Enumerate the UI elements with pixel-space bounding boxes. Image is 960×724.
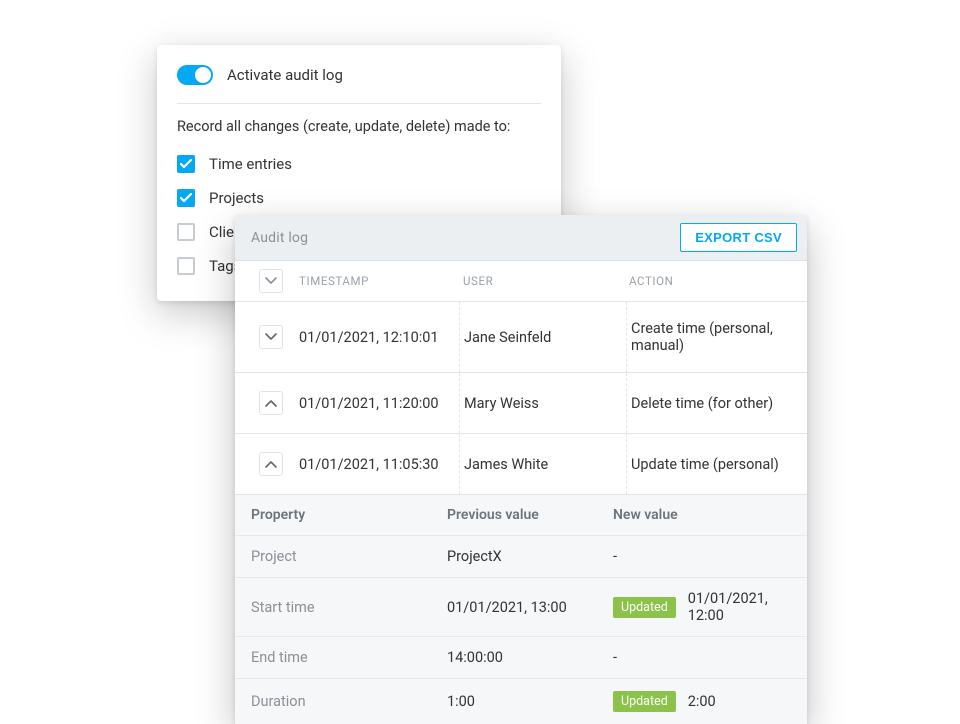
audit-log-header: Audit log EXPORT CSV (235, 215, 807, 261)
detail-header-row: Property Previous value New value (235, 495, 807, 536)
updated-badge: Updated (613, 597, 676, 618)
log-action: Create time (personal, manual) (627, 320, 795, 354)
detail-header-property: Property (251, 507, 447, 523)
log-timestamp: 01/01/2021, 11:20:00 (295, 395, 459, 412)
log-action: Update time (personal) (627, 456, 795, 473)
audit-log-row: 01/01/2021, 11:20:00 Mary Weiss Delete t… (235, 373, 807, 434)
activate-toggle-label: Activate audit log (227, 66, 343, 84)
detail-row: Project ProjectX - (235, 536, 807, 578)
detail-property: Duration (251, 693, 447, 710)
chevron-down-icon (265, 333, 277, 341)
expand-all-toggle[interactable] (259, 269, 283, 293)
detail-property: Project (251, 548, 447, 565)
checkbox-clients[interactable] (177, 223, 195, 241)
audit-log-card: Audit log EXPORT CSV TIMESTAMP USER ACTI… (235, 215, 807, 724)
checkbox-time-entries[interactable] (177, 155, 195, 173)
detail-header-new: New value (613, 507, 791, 523)
audit-log-title: Audit log (251, 230, 308, 246)
detail-previous: 1:00 (447, 693, 613, 710)
detail-row: End time 14:00:00 - (235, 637, 807, 679)
chevron-up-icon (265, 399, 277, 407)
chevron-up-icon (265, 460, 277, 468)
detail-new-value: - (613, 548, 617, 565)
detail-new-value: - (613, 649, 617, 666)
row-expand-toggle[interactable] (259, 325, 283, 349)
audit-log-column-header: TIMESTAMP USER ACTION (235, 261, 807, 302)
activate-toggle-row: Activate audit log (177, 65, 541, 104)
row-expand-toggle[interactable] (259, 452, 283, 476)
detail-header-previous: Previous value (447, 507, 613, 523)
updated-badge: Updated (613, 691, 676, 712)
detail-property: End time (251, 649, 447, 666)
column-header-action: ACTION (625, 274, 795, 288)
audit-log-row: 01/01/2021, 11:05:30 James White Update … (235, 434, 807, 495)
checkbox-label: Projects (209, 189, 264, 207)
checkbox-projects[interactable] (177, 189, 195, 207)
column-header-user: USER (459, 274, 625, 288)
detail-new-value: 2:00 (688, 693, 716, 710)
audit-log-row: 01/01/2021, 12:10:01 Jane Seinfeld Creat… (235, 302, 807, 373)
log-timestamp: 01/01/2021, 11:05:30 (295, 456, 459, 473)
checkbox-label: Time entries (209, 155, 292, 173)
activate-audit-toggle[interactable] (177, 65, 213, 85)
detail-row: Start time 01/01/2021, 13:00 Updated 01/… (235, 578, 807, 637)
detail-previous: 01/01/2021, 13:00 (447, 599, 613, 616)
checkbox-tags[interactable] (177, 257, 195, 275)
detail-previous: 14:00:00 (447, 649, 613, 666)
detail-row: Duration 1:00 Updated 2:00 (235, 679, 807, 724)
audit-detail-panel: Property Previous value New value Projec… (235, 495, 807, 724)
log-user: Mary Weiss (460, 395, 626, 412)
detail-property: Start time (251, 599, 447, 616)
column-header-timestamp: TIMESTAMP (295, 274, 459, 288)
checkbox-row-projects: Projects (177, 181, 541, 215)
settings-description: Record all changes (create, update, dele… (177, 118, 541, 135)
detail-new-value: 01/01/2021, 12:00 (688, 590, 791, 624)
log-user: Jane Seinfeld (460, 329, 626, 346)
export-csv-button[interactable]: EXPORT CSV (680, 223, 797, 252)
chevron-down-icon (265, 277, 277, 285)
log-user: James White (460, 456, 626, 473)
detail-previous: ProjectX (447, 548, 613, 565)
log-timestamp: 01/01/2021, 12:10:01 (295, 329, 459, 346)
row-expand-toggle[interactable] (259, 391, 283, 415)
log-action: Delete time (for other) (627, 395, 795, 412)
checkbox-row-time-entries: Time entries (177, 147, 541, 181)
